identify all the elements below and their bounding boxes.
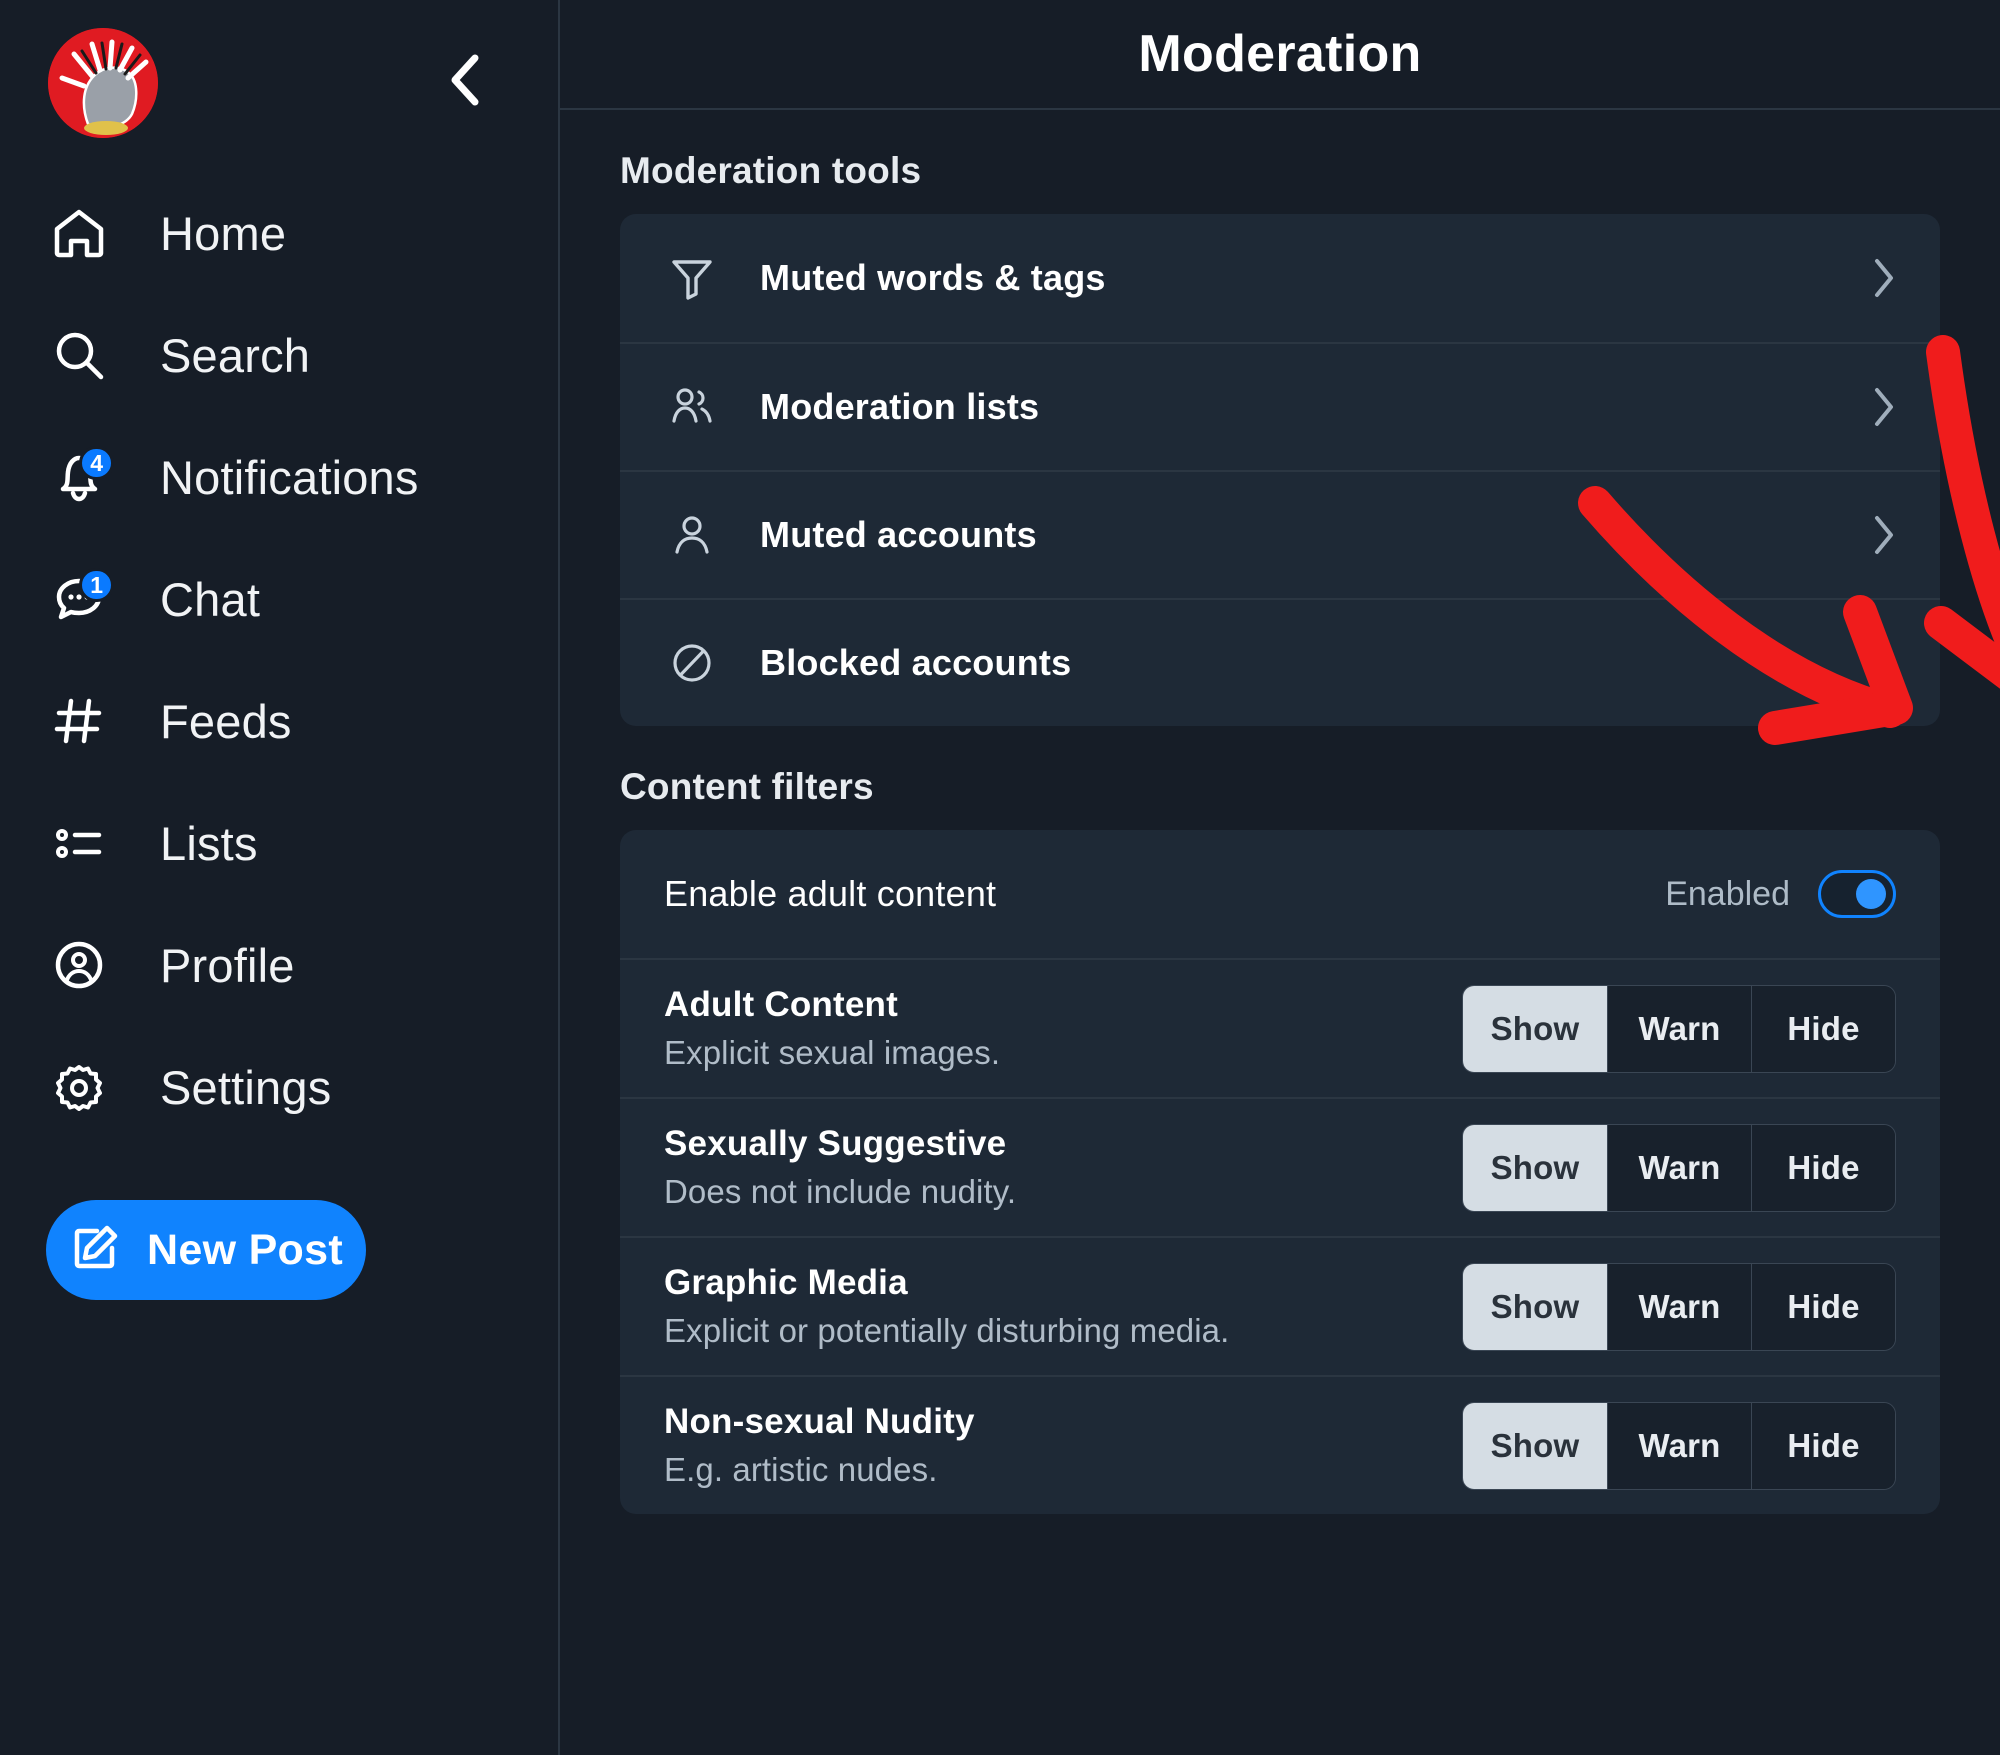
notification-badge: 4 <box>79 446 114 480</box>
filter-segmented-control: Show Warn Hide <box>1462 1401 1896 1490</box>
segment-warn[interactable]: Warn <box>1607 1402 1751 1489</box>
compose-icon <box>69 1222 121 1279</box>
sidebar-item-label: Chat <box>160 572 261 626</box>
filter-row-graphic-media: Graphic Media Explicit or potentially di… <box>620 1236 1940 1375</box>
user-circle-icon <box>46 932 112 998</box>
content-filters-heading: Content filters <box>620 766 874 807</box>
app-root: Home Search 4 Notifications 1 Chat Feeds… <box>0 0 2000 1755</box>
tool-row-label: Blocked accounts <box>760 642 1072 683</box>
list-icon <box>46 810 112 876</box>
segment-warn[interactable]: Warn <box>1607 985 1751 1072</box>
tool-row-muted-accounts[interactable]: Muted accounts <box>620 470 1940 598</box>
chat-bubble-icon: 1 <box>46 566 114 632</box>
filter-name: Graphic Media <box>664 1263 908 1302</box>
toggle-knob <box>1856 879 1886 909</box>
filter-name: Adult Content <box>664 985 898 1024</box>
block-circle-slash-icon <box>664 635 720 691</box>
page-title: Moderation <box>1138 25 1422 83</box>
sidebar-item-label: Search <box>160 328 311 382</box>
sidebar-item-home[interactable]: Home <box>46 172 558 294</box>
hashtag-icon <box>46 688 112 754</box>
enable-adult-content-toggle[interactable] <box>1818 870 1896 918</box>
segment-hide[interactable]: Hide <box>1751 1263 1895 1350</box>
chevron-right-icon <box>1870 384 1898 430</box>
segment-hide[interactable]: Hide <box>1751 985 1895 1072</box>
filter-text: Adult Content Explicit sexual images. <box>664 985 1462 1072</box>
new-post-label: New Post <box>147 1225 343 1274</box>
enable-adult-content-row: Enable adult content Enabled <box>620 830 1940 958</box>
sidebar-item-label: Home <box>160 206 287 260</box>
chevron-right-icon <box>1870 640 1898 686</box>
segment-warn[interactable]: Warn <box>1607 1124 1751 1211</box>
filter-text: Non-sexual Nudity E.g. artistic nudes. <box>664 1402 1462 1489</box>
sidebar-nav: Home Search 4 Notifications 1 Chat Feeds… <box>0 172 558 1148</box>
sidebar-item-lists[interactable]: Lists <box>46 782 558 904</box>
page-header: Moderation <box>560 0 2000 110</box>
tool-row-label: Muted words & tags <box>760 257 1106 298</box>
filter-name: Non-sexual Nudity <box>664 1402 975 1441</box>
filter-row-adult-content: Adult Content Explicit sexual images. Sh… <box>620 958 1940 1097</box>
filter-name: Sexually Suggestive <box>664 1124 1007 1163</box>
sidebar-item-search[interactable]: Search <box>46 294 558 416</box>
user-icon <box>664 507 720 563</box>
sidebar-item-label: Settings <box>160 1060 332 1114</box>
segment-show[interactable]: Show <box>1463 985 1607 1072</box>
segment-show[interactable]: Show <box>1463 1402 1607 1489</box>
back-button[interactable] <box>434 48 498 112</box>
main-content: Moderation tools Muted words & tags Mode… <box>560 110 2000 1755</box>
moderation-tools-card: Muted words & tags Moderation lists Mute… <box>620 214 1940 726</box>
chevron-left-icon <box>451 54 479 106</box>
segment-hide[interactable]: Hide <box>1751 1402 1895 1489</box>
filter-description: Explicit sexual images. <box>664 1034 1001 1071</box>
filter-segmented-control: Show Warn Hide <box>1462 1262 1896 1351</box>
tool-row-muted-words[interactable]: Muted words & tags <box>620 214 1940 342</box>
segment-show[interactable]: Show <box>1463 1124 1607 1211</box>
new-post-button[interactable]: New Post <box>46 1200 366 1300</box>
chevron-right-icon <box>1870 512 1898 558</box>
chat-badge: 1 <box>79 568 114 602</box>
bell-icon: 4 <box>46 444 114 510</box>
filter-description: Does not include nudity. <box>664 1173 1017 1210</box>
tool-row-moderation-lists[interactable]: Moderation lists <box>620 342 1940 470</box>
chevron-right-icon <box>1870 255 1898 301</box>
filter-funnel-icon <box>664 250 720 306</box>
sidebar: Home Search 4 Notifications 1 Chat Feeds… <box>0 0 560 1755</box>
tool-row-label: Moderation lists <box>760 386 1040 427</box>
users-group-icon <box>664 379 720 435</box>
sidebar-item-label: Feeds <box>160 694 292 748</box>
gear-icon <box>46 1054 112 1120</box>
segment-warn[interactable]: Warn <box>1607 1263 1751 1350</box>
filter-row-sexually-suggestive: Sexually Suggestive Does not include nud… <box>620 1097 1940 1236</box>
filter-text: Sexually Suggestive Does not include nud… <box>664 1124 1462 1211</box>
tool-row-blocked-accounts[interactable]: Blocked accounts <box>620 598 1940 726</box>
filter-text: Graphic Media Explicit or potentially di… <box>664 1263 1462 1350</box>
moderation-tools-heading: Moderation tools <box>620 150 922 191</box>
filter-segmented-control: Show Warn Hide <box>1462 1123 1896 1212</box>
filter-row-non-sexual-nudity: Non-sexual Nudity E.g. artistic nudes. S… <box>620 1375 1940 1514</box>
enable-adult-content-state: Enabled <box>1665 874 1790 913</box>
enable-adult-content-label: Enable adult content <box>664 873 997 914</box>
search-icon <box>46 322 112 388</box>
filter-description: Explicit or potentially disturbing media… <box>664 1312 1230 1349</box>
content-filters-card: Enable adult content Enabled Adult Conte… <box>620 830 1940 1514</box>
sidebar-item-label: Profile <box>160 938 295 992</box>
sidebar-item-settings[interactable]: Settings <box>46 1026 558 1148</box>
sidebar-item-label: Notifications <box>160 450 419 504</box>
sidebar-item-profile[interactable]: Profile <box>46 904 558 1026</box>
segment-show[interactable]: Show <box>1463 1263 1607 1350</box>
sidebar-item-feeds[interactable]: Feeds <box>46 660 558 782</box>
filter-segmented-control: Show Warn Hide <box>1462 984 1896 1073</box>
sidebar-item-chat[interactable]: 1 Chat <box>46 538 558 660</box>
main-panel: Moderation Moderation tools Muted words … <box>560 0 2000 1755</box>
sidebar-item-label: Lists <box>160 816 258 870</box>
sidebar-item-notifications[interactable]: 4 Notifications <box>46 416 558 538</box>
filter-description: E.g. artistic nudes. <box>664 1451 938 1488</box>
home-icon <box>46 200 112 266</box>
avatar[interactable] <box>48 28 158 138</box>
tool-row-label: Muted accounts <box>760 514 1037 555</box>
segment-hide[interactable]: Hide <box>1751 1124 1895 1211</box>
sidebar-header <box>0 0 558 150</box>
